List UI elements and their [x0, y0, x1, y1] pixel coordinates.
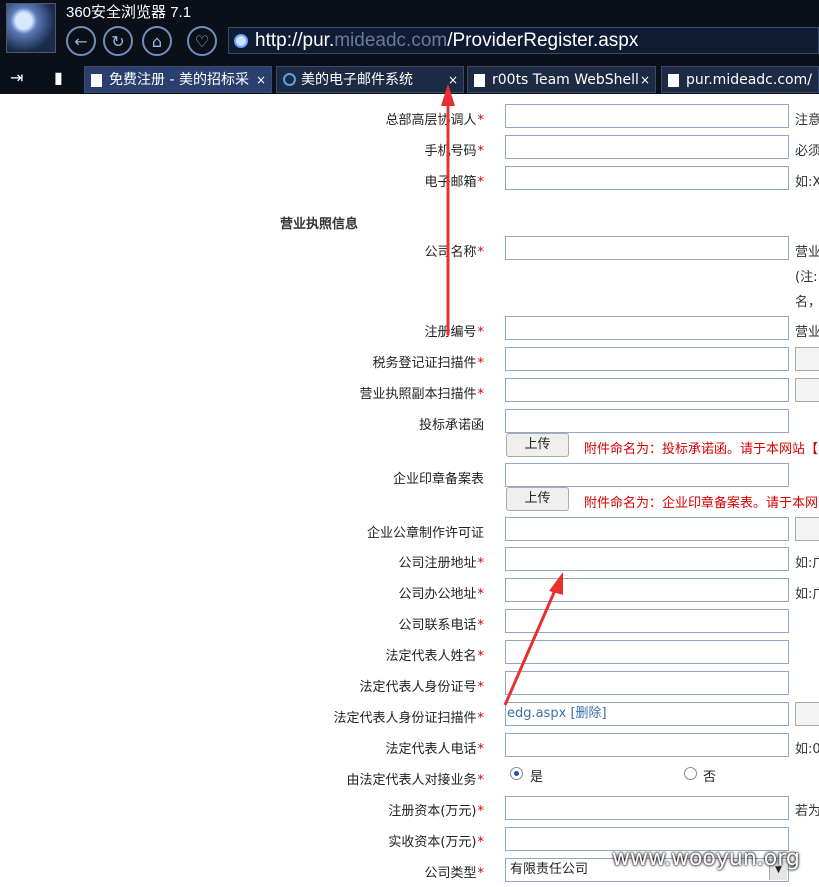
- url-prefix: http://pur.: [255, 30, 335, 51]
- url-path: /ProviderRegister.aspx: [447, 30, 639, 51]
- back-arrow-icon: ←: [74, 31, 88, 51]
- legal-rep-phone-input[interactable]: [505, 733, 789, 757]
- bid-letter-input[interactable]: [505, 409, 789, 433]
- close-icon[interactable]: ×: [256, 67, 266, 92]
- close-icon[interactable]: ×: [448, 67, 458, 92]
- field-hint: 如:X: [795, 175, 819, 190]
- field-label: 公司类型*: [424, 866, 484, 881]
- browse-button[interactable]: [795, 517, 819, 541]
- section-title: 营业执照信息: [280, 217, 359, 232]
- field-label: 电子邮箱*: [424, 175, 484, 190]
- company-name-input[interactable]: [505, 236, 789, 260]
- field-label: 法定代表人身份证号*: [359, 680, 484, 695]
- license-scan-input[interactable]: [505, 378, 789, 402]
- field-label: 企业公章制作许可证: [366, 526, 484, 541]
- browse-button[interactable]: [795, 378, 819, 402]
- radio-yes-label: 是: [530, 770, 544, 785]
- company-type-value: 有限责任公司: [510, 862, 589, 877]
- home-icon: ⌂: [151, 31, 163, 51]
- tab-label: pur.mideadc.com/: [686, 72, 812, 88]
- tab-mail[interactable]: 美的电子邮件系统 ×: [276, 66, 464, 93]
- seal-record-input[interactable]: [505, 463, 789, 487]
- reg-number-input[interactable]: [505, 316, 789, 340]
- page-icon: [668, 74, 679, 87]
- refresh-button[interactable]: ↻: [103, 26, 133, 56]
- field-label: 注册编号*: [424, 325, 484, 340]
- url-domain: mideadc.com: [334, 30, 448, 51]
- radio-no-label: 否: [703, 770, 717, 785]
- field-label: 企业印章备案表: [392, 472, 484, 487]
- upload-note: 附件命名为：企业印章备案表。请于本网: [584, 496, 819, 511]
- field-label: 由法定代表人对接业务*: [346, 773, 484, 788]
- browse-button[interactable]: [795, 702, 819, 726]
- field-hint: 若为: [795, 804, 819, 819]
- field-hint: 如:广: [795, 556, 819, 571]
- favorites-button[interactable]: ♡: [187, 26, 217, 56]
- field-label: 法定代表人电话*: [385, 742, 484, 757]
- field-hint: 营业: [795, 325, 819, 340]
- field-label: 税务登记证扫描件*: [372, 356, 484, 371]
- tab-pur[interactable]: pur.mideadc.com/: [661, 66, 819, 93]
- tab-label: 免费注册 - 美的招标采: [109, 72, 249, 88]
- field-hint: 营业: [795, 245, 819, 260]
- email-input[interactable]: [505, 166, 789, 190]
- field-hint: 注意: [795, 113, 819, 128]
- field-label: 总部高层协调人*: [385, 113, 484, 128]
- delete-link[interactable]: [删除]: [570, 706, 606, 721]
- company-phone-input[interactable]: [505, 609, 789, 633]
- trash-icon[interactable]: ▮: [54, 68, 63, 87]
- browser-title: 360安全浏览器 7.1: [66, 4, 192, 21]
- radio-yes[interactable]: [510, 767, 523, 780]
- site-icon: [234, 34, 248, 48]
- home-button[interactable]: ⌂: [142, 26, 172, 56]
- field-label: 注册资本(万元)*: [388, 804, 484, 819]
- upload-note: 附件命名为：投标承诺函。请于本网站【: [584, 442, 819, 457]
- field-label: 实收资本(万元)*: [388, 835, 484, 850]
- legal-rep-id-scan-field[interactable]: edg.aspx [删除]: [505, 702, 789, 726]
- field-hint: 如:广: [795, 587, 819, 602]
- field-note: 名，: [795, 295, 819, 310]
- field-label: 公司联系电话*: [398, 618, 484, 633]
- seal-permit-input[interactable]: [505, 517, 789, 541]
- tab-label: 美的电子邮件系统: [301, 72, 413, 88]
- upload-button[interactable]: 上传: [506, 433, 569, 457]
- refresh-icon: ↻: [111, 31, 125, 51]
- back-button[interactable]: ←: [66, 26, 96, 56]
- field-label: 公司名称*: [424, 245, 484, 260]
- tab-label: r00ts Team WebShell: [492, 72, 639, 88]
- mail-icon: [283, 73, 296, 86]
- field-label: 公司办公地址*: [398, 587, 484, 602]
- tax-scan-input[interactable]: [505, 347, 789, 371]
- page-icon: [91, 74, 102, 87]
- heart-icon: ♡: [194, 31, 210, 51]
- field-label: 公司注册地址*: [398, 556, 484, 571]
- field-note: (注:以: [795, 270, 819, 285]
- field-label: 法定代表人姓名*: [385, 649, 484, 664]
- mobile-input[interactable]: [505, 135, 789, 159]
- reg-address-input[interactable]: [505, 547, 789, 571]
- sidebar-toggle-icon[interactable]: ⇥: [10, 68, 23, 87]
- office-address-input[interactable]: [505, 578, 789, 602]
- reg-capital-input[interactable]: [505, 796, 789, 820]
- field-label: 法定代表人身份证扫描件*: [333, 711, 484, 726]
- close-icon[interactable]: ×: [640, 67, 650, 92]
- coordinator-input[interactable]: [505, 104, 789, 128]
- browse-button[interactable]: [795, 347, 819, 371]
- browser-logo: [6, 3, 56, 53]
- watermark: www.wooyun.org: [612, 846, 800, 871]
- legal-rep-name-input[interactable]: [505, 640, 789, 664]
- radio-no[interactable]: [684, 767, 697, 780]
- field-hint: 如:0: [795, 742, 819, 757]
- address-bar[interactable]: http://pur.mideadc.com/ProviderRegister.…: [228, 27, 819, 54]
- page-icon: [474, 74, 485, 87]
- field-label: 营业执照副本扫描件*: [359, 387, 484, 402]
- field-label: 手机号码*: [424, 144, 484, 159]
- tab-register[interactable]: 免费注册 - 美的招标采 ×: [84, 66, 272, 93]
- field-hint: 必须: [795, 144, 819, 159]
- uploaded-file-link[interactable]: edg.aspx: [507, 706, 566, 721]
- upload-button[interactable]: 上传: [506, 487, 569, 511]
- legal-rep-id-input[interactable]: [505, 671, 789, 695]
- field-label: 投标承诺函: [418, 418, 484, 433]
- tab-webshell[interactable]: r00ts Team WebShell ×: [467, 66, 656, 93]
